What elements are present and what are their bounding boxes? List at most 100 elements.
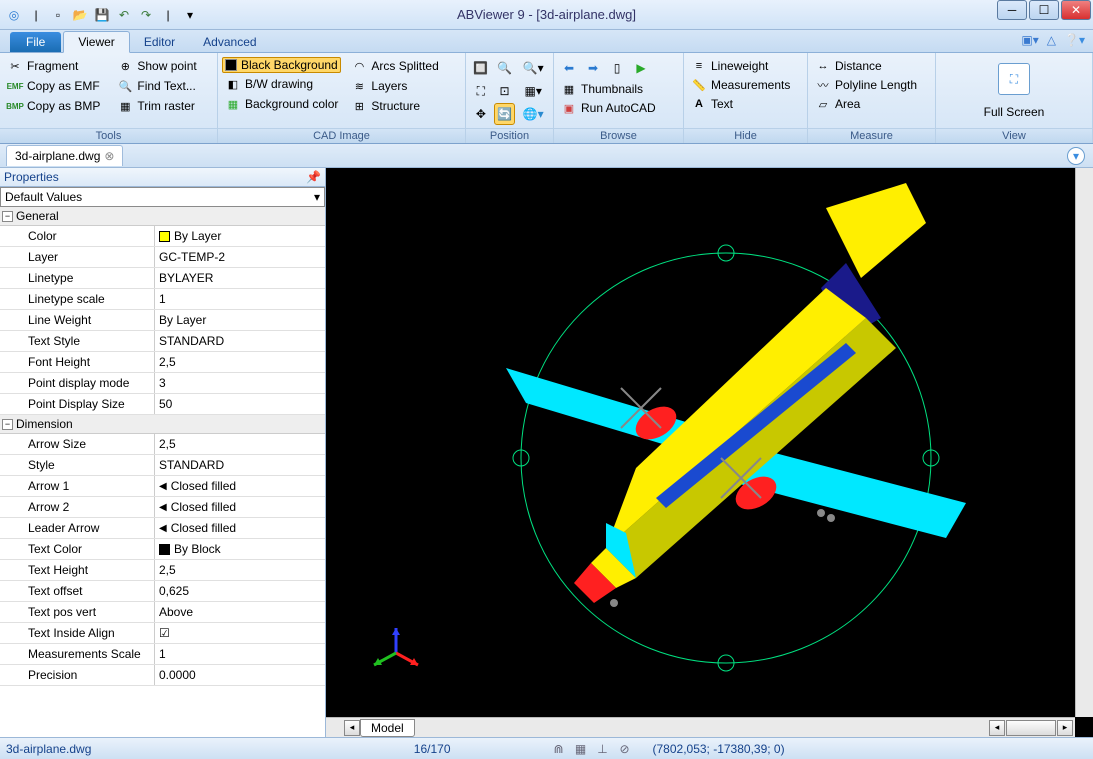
fragment-button[interactable]: ✂Fragment: [4, 57, 103, 75]
vertical-scrollbar[interactable]: [1075, 168, 1093, 717]
property-row[interactable]: Point Display Size50: [0, 394, 325, 415]
property-value[interactable]: 3: [155, 373, 325, 393]
document-tab[interactable]: 3d-airplane.dwg ⊗: [6, 145, 123, 166]
show-point-button[interactable]: ⊕Show point: [114, 57, 199, 75]
property-row[interactable]: Text StyleSTANDARD: [0, 331, 325, 352]
model-tab[interactable]: Model: [360, 719, 415, 737]
property-row[interactable]: Point display mode3: [0, 373, 325, 394]
tab-editor[interactable]: Editor: [130, 32, 189, 52]
property-row[interactable]: Text Height2,5: [0, 560, 325, 581]
property-row[interactable]: Arrow 2◀Closed filled: [0, 497, 325, 518]
minimize-button[interactable]: ─: [997, 0, 1027, 20]
dropdown-button[interactable]: ▾: [1067, 147, 1085, 165]
property-value[interactable]: ☑: [155, 623, 325, 643]
maximize-button[interactable]: ☐: [1029, 0, 1059, 20]
property-row[interactable]: Arrow 1◀Closed filled: [0, 476, 325, 497]
area-button[interactable]: ▱Area: [812, 95, 931, 113]
property-value[interactable]: By Layer: [155, 226, 325, 246]
snap-icon[interactable]: ⋒: [551, 741, 567, 757]
property-value[interactable]: BYLAYER: [155, 268, 325, 288]
minimize-ribbon-icon[interactable]: △: [1047, 33, 1056, 47]
property-value[interactable]: By Layer: [155, 310, 325, 330]
orbit-icon[interactable]: 🔄: [494, 103, 516, 125]
view-drop-icon[interactable]: ▦▾: [517, 80, 549, 102]
open-icon[interactable]: 📂: [70, 5, 90, 25]
slideshow-icon[interactable]: ▶: [630, 57, 652, 79]
find-text-button[interactable]: 🔍Find Text...: [114, 77, 199, 95]
property-row[interactable]: Arrow Size2,5: [0, 434, 325, 455]
property-value[interactable]: By Block: [155, 539, 325, 559]
save-icon[interactable]: 💾: [92, 5, 112, 25]
collapse-icon[interactable]: −: [2, 211, 13, 222]
structure-button[interactable]: ⊞Structure: [348, 97, 441, 115]
property-value[interactable]: ◀Closed filled: [155, 476, 325, 496]
property-value[interactable]: 0.0000: [155, 665, 325, 685]
property-row[interactable]: ColorBy Layer: [0, 226, 325, 247]
pin-icon[interactable]: 📌: [306, 170, 321, 184]
run-autocad-button[interactable]: ▣Run AutoCAD: [558, 99, 679, 117]
property-value[interactable]: ◀Closed filled: [155, 497, 325, 517]
checkbox-icon[interactable]: ☑: [159, 626, 170, 640]
property-row[interactable]: Leader Arrow◀Closed filled: [0, 518, 325, 539]
scroll-right-icon[interactable]: ▸: [1057, 720, 1073, 736]
zoom-icon[interactable]: 🔲: [470, 57, 492, 79]
zoom-window-icon[interactable]: 🔍: [494, 57, 516, 79]
property-value[interactable]: 1: [155, 644, 325, 664]
list-icon[interactable]: ▯: [606, 57, 628, 79]
property-value[interactable]: Above: [155, 602, 325, 622]
property-row[interactable]: LayerGC-TEMP-2: [0, 247, 325, 268]
property-row[interactable]: Text offset0,625: [0, 581, 325, 602]
property-row[interactable]: Linetype scale1: [0, 289, 325, 310]
property-value[interactable]: STANDARD: [155, 331, 325, 351]
fullscreen-label[interactable]: Full Screen: [978, 103, 1051, 121]
arcs-splitted-button[interactable]: ◠Arcs Splitted: [348, 57, 441, 75]
thumbnails-button[interactable]: ▦Thumbnails: [558, 80, 679, 98]
fullscreen-icon[interactable]: ⛶: [998, 63, 1030, 95]
app-icon[interactable]: ◎: [4, 5, 24, 25]
next-icon[interactable]: ➡: [582, 57, 604, 79]
lineweight-button[interactable]: ≡Lineweight: [688, 57, 803, 75]
property-row[interactable]: Font Height2,5: [0, 352, 325, 373]
copy-bmp-button[interactable]: BMPCopy as BMP: [4, 97, 103, 115]
property-row[interactable]: Text pos vertAbove: [0, 602, 325, 623]
h-scrollbar-track[interactable]: ◂ ▸: [415, 718, 1075, 737]
property-row[interactable]: Text ColorBy Block: [0, 539, 325, 560]
undo-icon[interactable]: ↶: [114, 5, 134, 25]
property-value[interactable]: 2,5: [155, 434, 325, 454]
close-tab-icon[interactable]: ⊗: [104, 149, 114, 163]
ortho-icon[interactable]: ⊥: [595, 741, 611, 757]
pan-icon[interactable]: ✥: [470, 103, 492, 125]
viewport-canvas[interactable]: [326, 168, 1075, 717]
orbit-drop-icon[interactable]: 🌐▾: [517, 103, 549, 125]
property-row[interactable]: Precision0.0000: [0, 665, 325, 686]
qat-dropdown[interactable]: ▾: [180, 5, 200, 25]
redo-icon[interactable]: ↷: [136, 5, 156, 25]
property-row[interactable]: StyleSTANDARD: [0, 455, 325, 476]
copy-emf-button[interactable]: EMFCopy as EMF: [4, 77, 103, 95]
property-row[interactable]: Text Inside Align☑: [0, 623, 325, 644]
help-icon[interactable]: ❔▾: [1064, 33, 1085, 47]
scroll-left-icon[interactable]: ◂: [989, 720, 1005, 736]
prev-layout-icon[interactable]: ◂: [344, 720, 360, 736]
polar-icon[interactable]: ⊘: [617, 741, 633, 757]
text-button[interactable]: AText: [688, 95, 803, 113]
property-value[interactable]: STANDARD: [155, 455, 325, 475]
property-value[interactable]: 1: [155, 289, 325, 309]
file-tab[interactable]: File: [10, 32, 61, 52]
properties-selector[interactable]: Default Values ▾: [0, 187, 325, 207]
zoom-region-icon[interactable]: ⊡: [494, 80, 516, 102]
property-value[interactable]: GC-TEMP-2: [155, 247, 325, 267]
new-icon[interactable]: ▫: [48, 5, 68, 25]
measurements-button[interactable]: 📏Measurements: [688, 76, 803, 94]
window-style-icon[interactable]: ▣▾: [1021, 33, 1038, 47]
grid-icon[interactable]: ▦: [573, 741, 589, 757]
property-row[interactable]: LinetypeBYLAYER: [0, 268, 325, 289]
zoom-drop-icon[interactable]: 🔍▾: [517, 57, 549, 79]
tab-advanced[interactable]: Advanced: [189, 32, 270, 52]
property-value[interactable]: ◀Closed filled: [155, 518, 325, 538]
bw-drawing-button[interactable]: ◧B/W drawing: [222, 75, 341, 93]
property-row[interactable]: Measurements Scale1: [0, 644, 325, 665]
layers-button[interactable]: ≋Layers: [348, 77, 441, 95]
property-value[interactable]: 50: [155, 394, 325, 414]
property-value[interactable]: 2,5: [155, 560, 325, 580]
